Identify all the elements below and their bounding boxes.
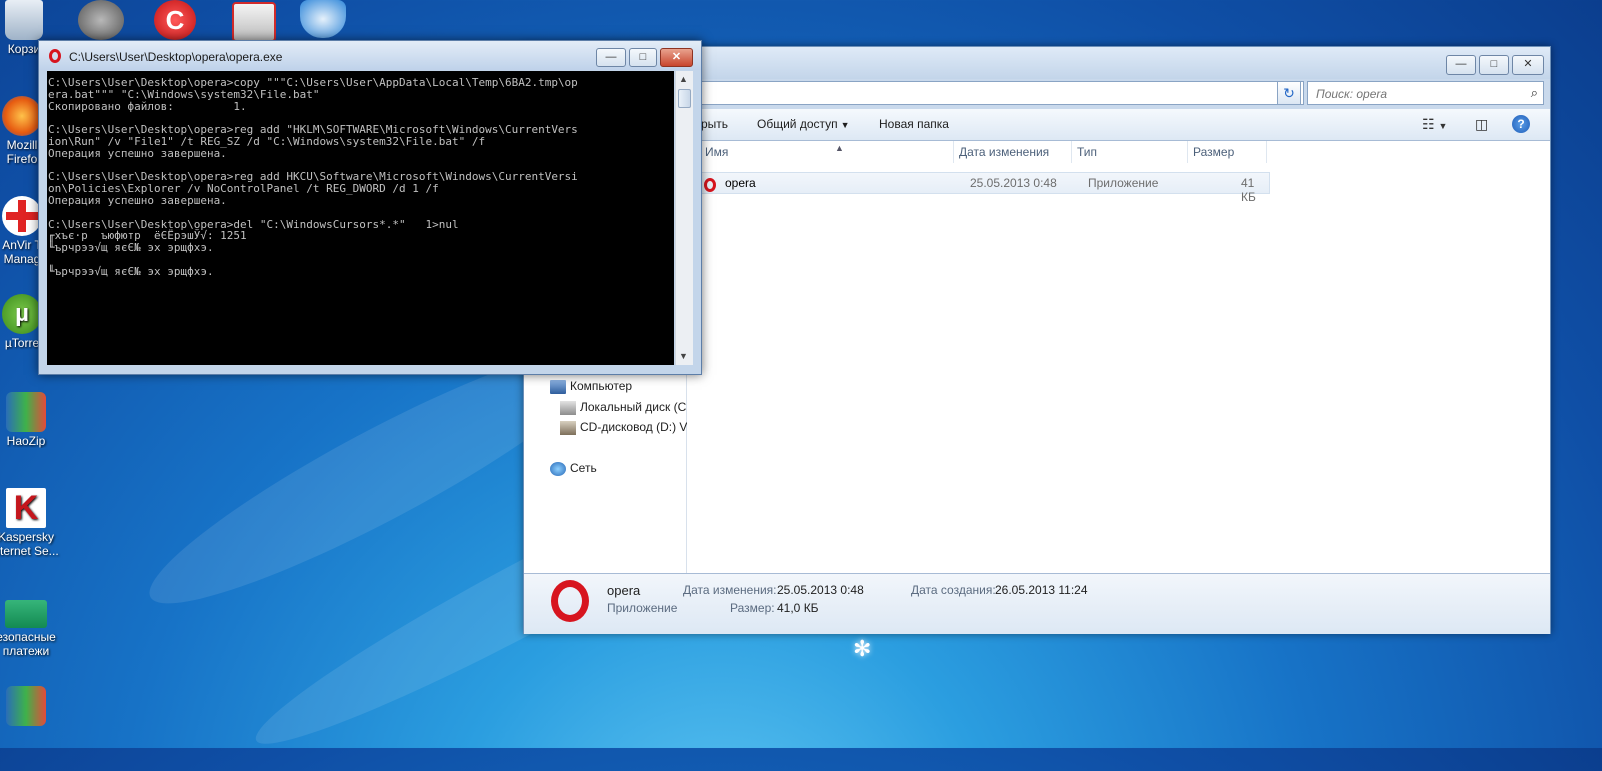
scroll-down-icon[interactable]: ▼ [679, 351, 688, 361]
file-name: opera [725, 176, 756, 190]
console-minimize-button[interactable]: — [596, 48, 626, 67]
help-icon[interactable]: ? [1512, 115, 1530, 133]
console-close-button[interactable]: ✕ [660, 48, 693, 67]
details-modified-label: Дата изменения: [683, 583, 777, 597]
console-title: C:\Users\User\Desktop\opera\opera.exe [69, 50, 283, 64]
anvir-icon [2, 196, 42, 236]
desktop-icon-red-c[interactable]: C [154, 0, 196, 40]
details-size-value: 41,0 КБ [777, 601, 819, 615]
column-header-size[interactable]: Размер [1188, 141, 1267, 163]
details-name: opera [607, 583, 641, 598]
desktop-icon-archive[interactable] [0, 686, 62, 728]
details-created-value: 26.05.2013 11:24 [995, 583, 1088, 597]
nav-item-network[interactable]: Сеть [550, 461, 597, 476]
column-header-name[interactable]: Имя ▲ [700, 141, 954, 163]
file-type: Приложение [1088, 176, 1159, 190]
opera-icon [49, 49, 63, 63]
column-header-date[interactable]: Дата изменения [954, 141, 1072, 163]
console-scrollbar[interactable]: ▲ ▼ [675, 71, 693, 365]
nav-label: Компьютер [570, 379, 633, 393]
refresh-button[interactable]: ↻ [1277, 81, 1301, 105]
desktop-icon-haozip[interactable]: HaoZip [0, 392, 62, 448]
explorer-minimize-button[interactable]: — [1446, 55, 1476, 75]
utorrent-icon: µ [2, 294, 42, 334]
preview-pane-icon[interactable]: ◫ [1475, 116, 1488, 133]
firefox-icon [2, 96, 42, 136]
nav-label: CD-дисковод (D:) Vi [580, 420, 690, 434]
scroll-up-icon[interactable]: ▲ [679, 74, 688, 84]
card-icon [5, 600, 47, 628]
search-input[interactable] [1314, 84, 1518, 104]
file-list: Имя ▲ Дата изменения Тип Размер opera 25… [687, 141, 1550, 573]
column-header-type[interactable]: Тип [1072, 141, 1188, 163]
console-output[interactable]: C:\Users\User\Desktop\opera>copy """C:\U… [47, 71, 674, 365]
desktop-icon-red-tool[interactable] [232, 2, 276, 42]
desktop-icon-gear-shield[interactable] [78, 0, 124, 40]
explorer-close-button[interactable]: ✕ [1512, 55, 1544, 75]
nav-item-local-disk[interactable]: Локальный диск (C [560, 400, 686, 415]
cd-drive-icon [560, 420, 576, 435]
explorer-maximize-button[interactable]: □ [1479, 55, 1509, 75]
console-maximize-button[interactable]: □ [629, 48, 657, 67]
view-options-icon[interactable]: ☷ ▼ [1422, 116, 1447, 133]
details-pane: opera Приложение Дата изменения: 25.05.2… [524, 573, 1550, 634]
new-folder-button[interactable]: Новая папка [879, 117, 949, 131]
address-bar[interactable]: ▼ [694, 81, 1304, 105]
details-created-label: Дата создания: [911, 583, 996, 597]
kaspersky-icon: K [6, 488, 46, 528]
opera-large-icon [551, 580, 589, 625]
haozip-icon [6, 392, 46, 432]
nav-label: Сеть [570, 461, 597, 475]
nav-item-cd-drive[interactable]: CD-дисковод (D:) Vi [560, 420, 690, 435]
share-menu-button[interactable]: Общий доступ ▼ [757, 117, 850, 131]
archive-icon [6, 686, 46, 726]
chevron-down-icon: ▼ [840, 120, 850, 130]
details-size-label: Размер: [730, 601, 775, 615]
sort-ascending-icon: ▲ [835, 143, 844, 153]
nav-label: Локальный диск (C [580, 400, 687, 414]
file-date: 25.05.2013 0:48 [970, 176, 1057, 190]
console-window: C:\Users\User\Desktop\opera\opera.exe — … [38, 40, 702, 375]
share-label: Общий доступ [757, 117, 838, 131]
file-size: 41 КБ [1241, 176, 1256, 204]
table-row[interactable]: opera 25.05.2013 0:48 Приложение 41 КБ [697, 172, 1270, 204]
wallpaper-flower-icon: ✻ [853, 636, 872, 661]
nav-item-computer[interactable]: Компьютер [550, 379, 632, 394]
details-kind: Приложение [607, 601, 678, 615]
desktop-icon-malwarebytes[interactable] [300, 0, 346, 38]
column-label: Имя [705, 145, 729, 159]
open-button[interactable]: рыть [701, 117, 728, 131]
computer-icon [550, 379, 566, 394]
desktop-icon-safe-payments[interactable]: езопасные платежи [0, 594, 62, 658]
network-icon [550, 461, 566, 476]
desktop-icon-kaspersky[interactable]: K Kaspersky nternet Se... [0, 488, 62, 558]
scroll-thumb[interactable] [678, 89, 691, 108]
hard-drive-icon [560, 400, 576, 415]
search-icon[interactable]: ⌕ [1531, 85, 1538, 101]
recycle-bin-icon [5, 0, 43, 40]
refresh-icon: ↻ [1283, 85, 1295, 101]
details-modified-value: 25.05.2013 0:48 [777, 583, 864, 597]
console-text: C:\Users\User\Desktop\opera>copy """C:\U… [48, 76, 578, 278]
search-box[interactable]: ⌕ [1307, 81, 1544, 105]
